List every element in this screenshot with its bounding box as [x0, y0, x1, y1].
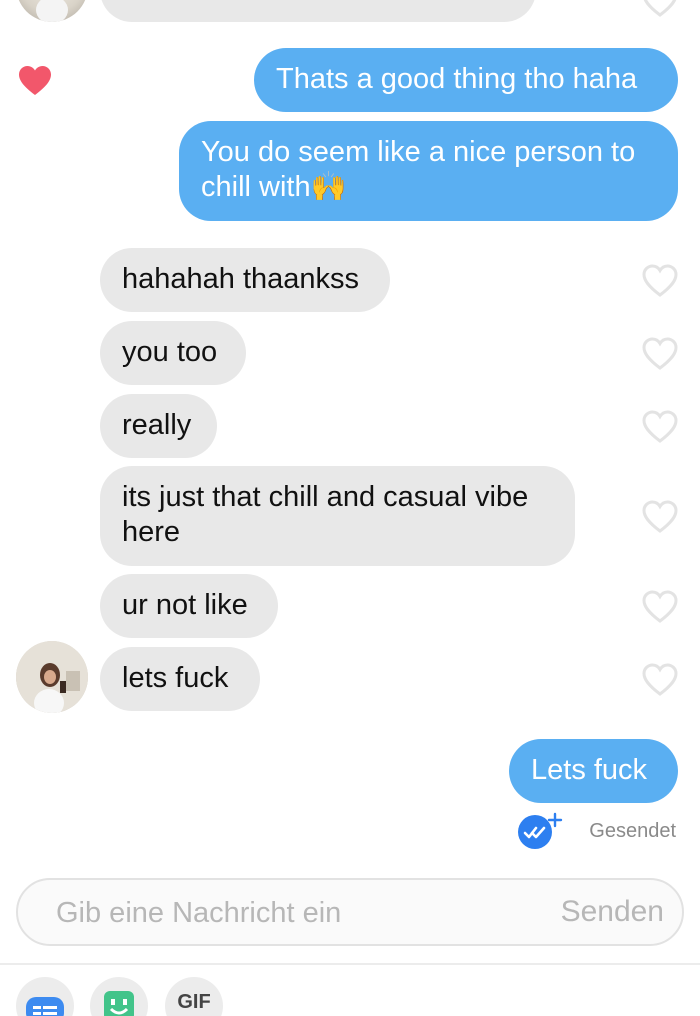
- match-avatar-top[interactable]: [16, 0, 88, 22]
- like-heart-icon[interactable]: [642, 663, 678, 697]
- received-message-bubble[interactable]: lets fuck: [100, 647, 260, 711]
- received-message-bubble[interactable]: ur not like: [100, 574, 278, 638]
- received-message-bubble[interactable]: you too: [100, 321, 246, 385]
- toolbar-divider: [0, 963, 700, 965]
- bitmoji-icon: [104, 991, 134, 1016]
- match-avatar[interactable]: [16, 641, 88, 713]
- like-heart-icon[interactable]: [642, 500, 678, 534]
- sent-message-bubble[interactable]: You do seem like a nice person to chill …: [179, 121, 678, 221]
- like-heart-icon[interactable]: [642, 337, 678, 371]
- like-heart-icon[interactable]: [642, 410, 678, 444]
- sent-message-bubble[interactable]: Thats a good thing tho haha: [254, 48, 678, 112]
- bitmoji-button[interactable]: [90, 977, 148, 1016]
- liked-heart-icon[interactable]: [17, 64, 53, 98]
- received-message-bubble[interactable]: its just that chill and casual vibe here: [100, 466, 575, 566]
- send-button[interactable]: Senden: [561, 880, 664, 944]
- received-message-bubble[interactable]: really: [100, 394, 217, 458]
- gif-icon: GIF: [177, 991, 211, 1013]
- message-composer: Senden: [16, 878, 684, 946]
- gif-button[interactable]: GIF: [165, 977, 223, 1016]
- sticker-button[interactable]: [16, 977, 74, 1016]
- sticker-icon: [26, 997, 64, 1016]
- chat-screen: Thats a good thing tho haha You do seem …: [0, 0, 700, 1016]
- sent-message-bubble[interactable]: Lets fuck: [509, 739, 678, 803]
- heart-icon-partial[interactable]: [642, 0, 678, 18]
- avatar-photo: [16, 641, 88, 713]
- like-heart-icon[interactable]: [642, 264, 678, 298]
- like-heart-icon[interactable]: [642, 590, 678, 624]
- message-input[interactable]: [54, 880, 498, 946]
- message-bubble-partial[interactable]: [100, 0, 536, 22]
- double-check-icon: [518, 812, 563, 849]
- received-message-bubble[interactable]: hahahah thaankss: [100, 248, 390, 312]
- message-status-label: Gesendet: [589, 820, 676, 842]
- avatar-photo: [36, 0, 68, 22]
